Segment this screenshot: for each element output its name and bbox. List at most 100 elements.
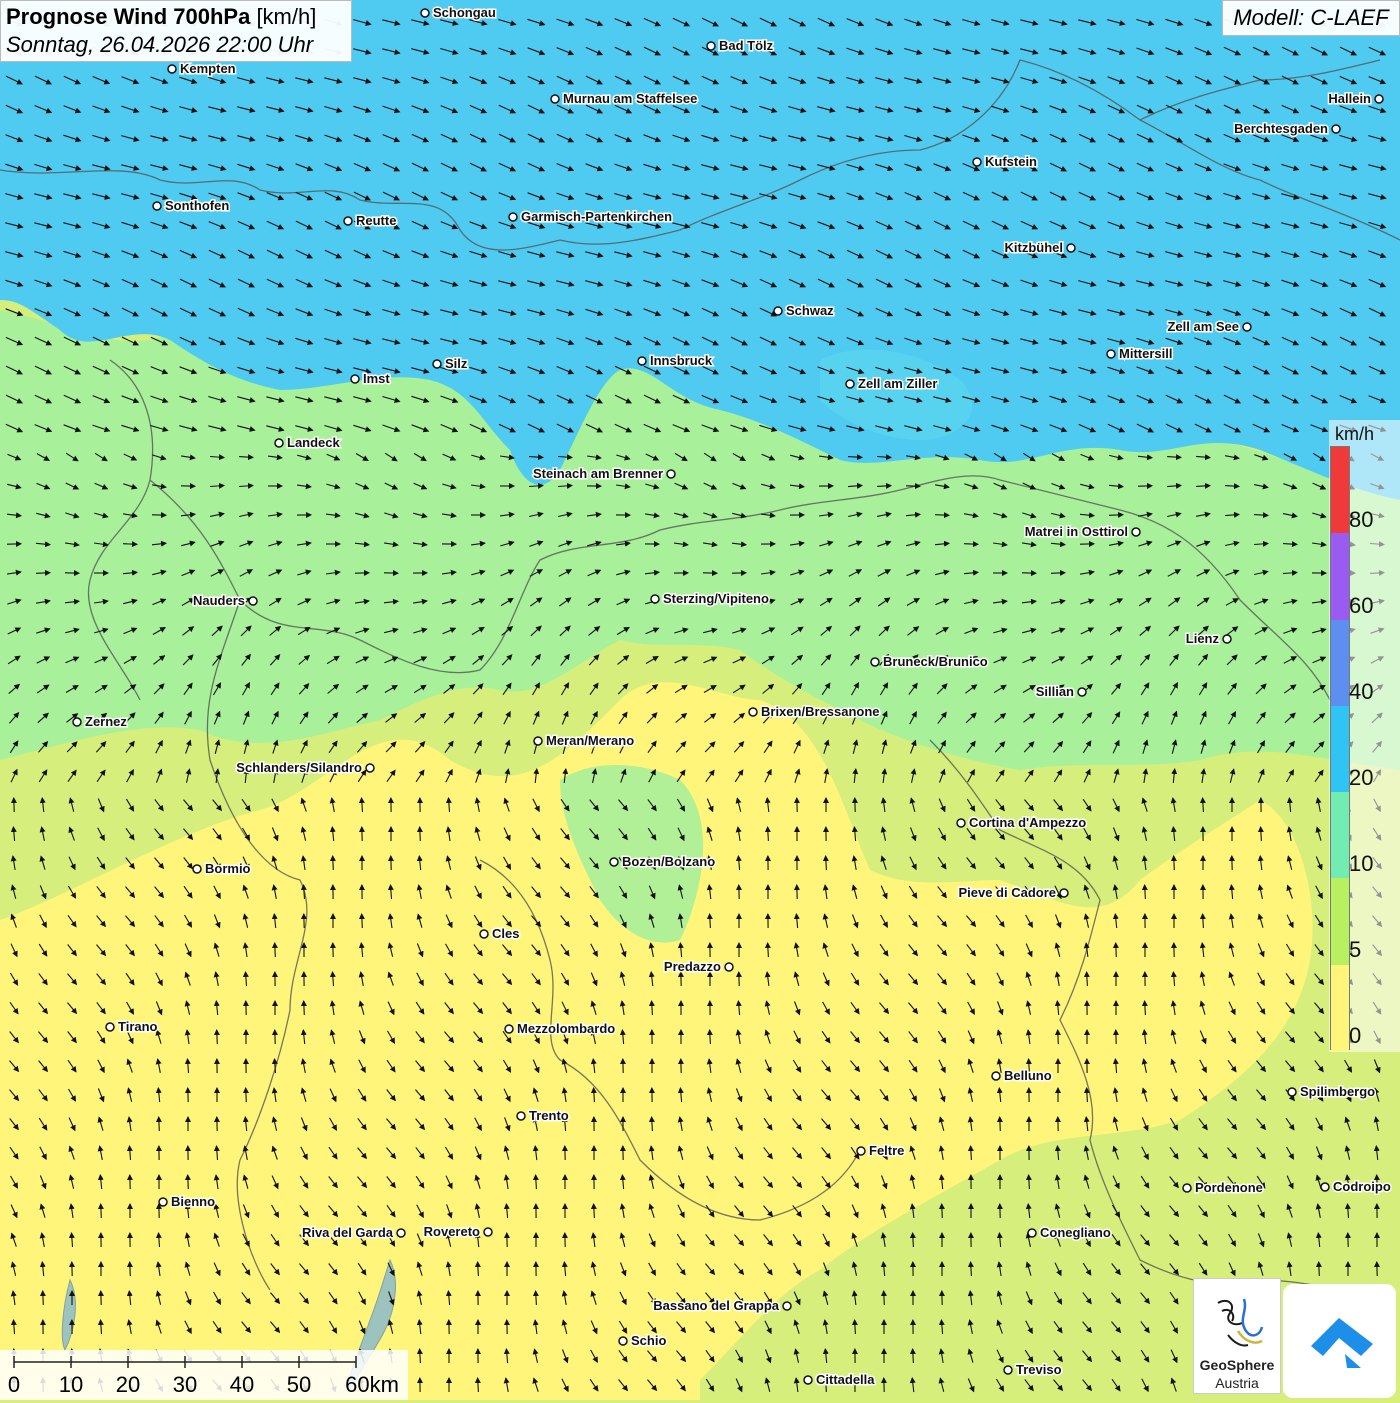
city-label: Schwaz [786,303,834,318]
legend-label: 80 [1349,507,1373,533]
city-bassano-del-grappa: Bassano del Grappa [653,1298,791,1313]
city-label: Feltre [869,1143,904,1158]
city-label: Bad Tölz [719,38,774,53]
city-steinach-am-brenner: Steinach am Brenner [533,466,675,481]
wind-arrow [159,1117,160,1131]
city-dot [366,764,374,772]
city-label: Schongau [433,5,496,20]
city-label: Berchtesgaden [1234,121,1328,136]
city-label: Mezzolombardo [517,1021,615,1036]
city-dot [1288,1088,1296,1096]
legend-label: 40 [1349,679,1373,705]
legend-color-band [1331,447,1349,533]
city-dot [638,357,646,365]
city-dot [351,375,359,383]
city-label: Sterzing/Vipiteno [663,591,769,606]
city-dot [846,380,854,388]
wind-arrow [420,827,421,841]
city-zell-am-ziller: Zell am Ziller [846,376,937,391]
scale-label: 50 [287,1372,311,1398]
legend-colorbar [1330,446,1350,1050]
city-label: Riva del Garda [302,1225,394,1240]
city-dot [551,95,559,103]
city-riva-del-garda: Riva del Garda [302,1225,405,1240]
city-label: Kufstein [985,154,1037,169]
wind-arrow [333,856,334,870]
wind-arrow [942,1204,943,1218]
city-dot [1028,1229,1036,1237]
wind-arrow [36,573,50,574]
wind-arrow [188,1175,189,1189]
city-dot [159,1198,167,1206]
city-label: Spilimbergo [1300,1084,1375,1099]
city-dot [397,1229,405,1237]
city-brixen-bressanone: Brixen/Bressanone [749,704,880,719]
city-dot [106,1023,114,1031]
color-legend: km/h 806040201050 [1329,420,1400,1052]
city-dot [871,658,879,666]
city-label: Treviso [1016,1362,1062,1377]
wind-arrow [130,1262,131,1276]
city-label: Innsbruck [650,353,713,368]
city-dot [505,1025,513,1033]
city-label: Silz [445,356,468,371]
city-dot [973,158,981,166]
city-label: Schlanders/Silandro [236,760,362,775]
city-dot [534,737,542,745]
city-dot [957,819,965,827]
title-unit: [km/h] [256,4,316,29]
city-dot [153,202,161,210]
wind-arrow [217,1030,218,1044]
legend-color-band [1331,878,1349,964]
app-arrow-icon [1283,1284,1396,1398]
city-label: Sillian [1036,684,1074,699]
city-spilimbergo: Spilimbergo [1288,1084,1375,1099]
forecast-datetime: Sonntag, 26.04.2026 22:00 Uhr [6,32,346,58]
city-label: Hallein [1328,91,1371,106]
city-dot [1107,350,1115,358]
city-dot [610,858,618,866]
city-label: Imst [363,371,390,386]
city-dot [73,718,81,726]
city-dot [783,1302,791,1310]
city-label: Landeck [287,435,341,450]
wind-arrow [1174,856,1175,870]
weather-app-logo[interactable] [1283,1284,1396,1398]
city-label: Schio [631,1333,666,1348]
scale-label: 0 [8,1372,20,1398]
city-label: Lienz [1186,631,1220,646]
city-label: Zernez [85,714,127,729]
wind-arrow [1116,943,1117,957]
city-dot [249,597,257,605]
title-box: Prognose Wind 700hPa [km/h] Sonntag, 26.… [0,0,352,62]
wind-arrow [1058,1030,1059,1044]
city-dot [168,65,176,73]
city-zell-am-see: Zell am See [1167,319,1251,334]
legend-label: 10 [1349,851,1373,877]
scale-label: 20 [116,1372,140,1398]
wind-arrow [1319,1262,1320,1276]
wind-arrow [1109,515,1123,516]
scale-label: 40 [230,1372,254,1398]
wind-arrow [123,544,137,545]
scale-bar: 0102030405060km [0,1350,408,1400]
legend-color-band [1331,792,1349,878]
wind-arrow [304,1001,305,1015]
city-cortina-d-ampezzo: Cortina d'Ampezzo [957,815,1086,830]
city-bruneck-brunico: Bruneck/Brunico [871,654,988,669]
map-title: Prognose Wind 700hPa [km/h] [6,4,346,30]
city-label: Cles [492,926,519,941]
city-sonthofen: Sonthofen [153,198,229,213]
city-dot [433,360,441,368]
city-garmisch-partenkirchen: Garmisch-Partenkirchen [509,209,672,224]
city-dot [725,963,733,971]
city-dot [651,595,659,603]
city-dot [619,1337,627,1345]
city-sterzing-vipiteno: Sterzing/Vipiteno [651,591,769,606]
city-label: Brixen/Bressanone [761,704,880,719]
city-dot [1183,1184,1191,1192]
city-label: Pordenone [1195,1180,1263,1195]
wind-arrow [1051,573,1065,574]
city-dot [193,865,201,873]
legend-color-band [1331,706,1349,792]
